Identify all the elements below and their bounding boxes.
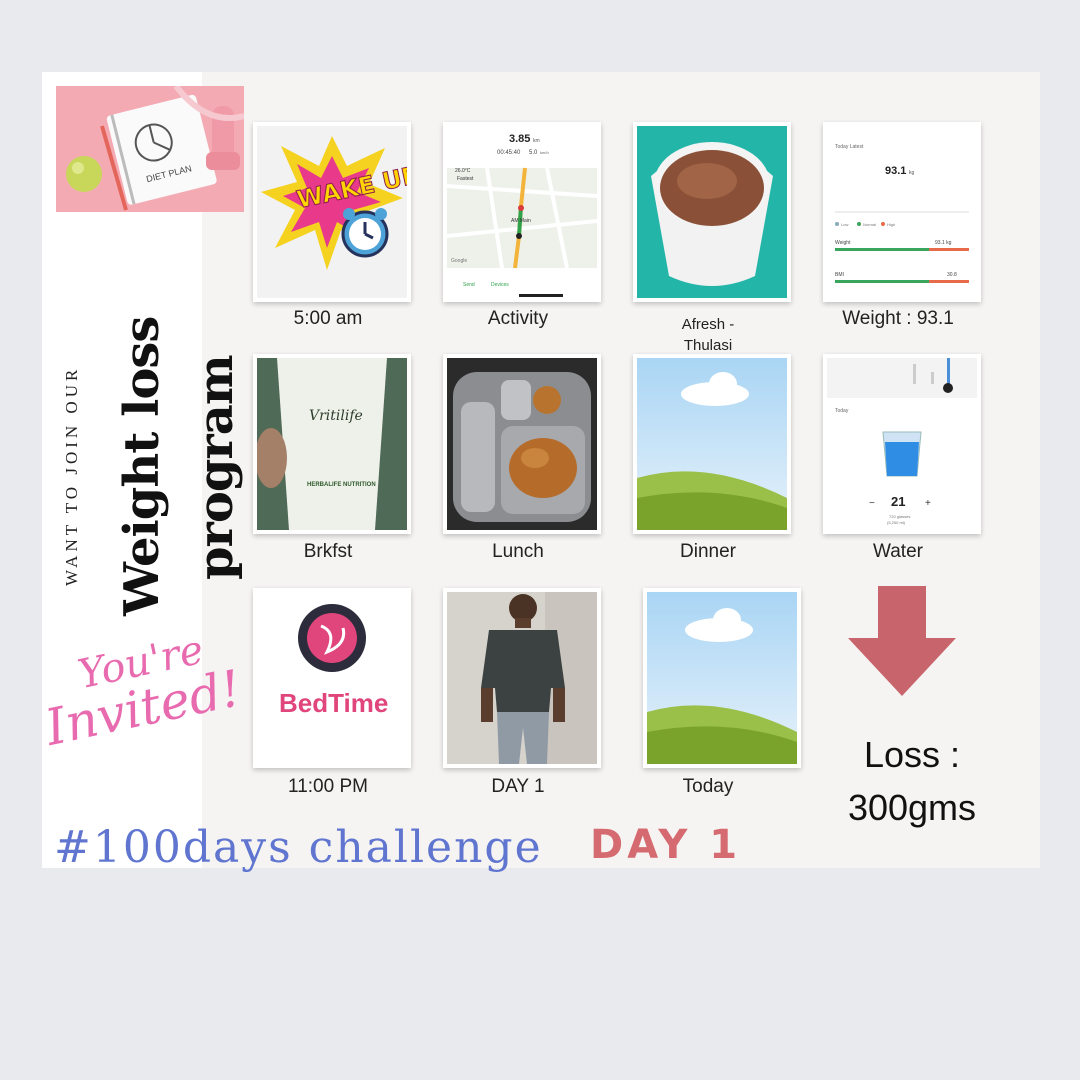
challenge-hashtag: #100days challenge [54, 822, 543, 873]
svg-text:−: − [869, 498, 875, 509]
caption-today: Today [682, 776, 734, 797]
weight-row-value: 93.1 kg [935, 240, 952, 246]
weight-latest: Today Latest [835, 144, 864, 150]
activity-distance-unit: km [533, 138, 540, 144]
vritilife-brand: Vritilife [309, 408, 363, 424]
want-to-join-text: WANT TO JOIN OUR [62, 365, 81, 586]
water-count: 21 [891, 494, 905, 509]
activity-time: 00:45:40 [497, 150, 521, 156]
loss-summary: Loss : 300gms [822, 728, 1002, 834]
herbalife-text: HERBALIFE NUTRITION [307, 482, 376, 488]
loss-label: Loss : [863, 734, 961, 775]
loss-value: 300gms [847, 787, 977, 828]
water-glasses: 720 glasses [889, 514, 910, 519]
bmi-row-label: BMI [835, 272, 844, 278]
day-label: DAY 1 [590, 822, 742, 868]
map-send: Send [463, 282, 475, 288]
diet-plan-image: DIET PLAN [56, 86, 244, 212]
weight-loss-title: Weight loss [114, 316, 170, 616]
day1-person-photo [443, 588, 601, 768]
breakfast-photo: Vritilife HERBALIFE NUTRITION [253, 354, 411, 534]
caption-weight: Weight : 93.1 [842, 308, 954, 329]
caption-wake-time: 5:00 am [293, 308, 363, 329]
caption-lunch: Lunch [492, 541, 544, 562]
water-screenshot: Today − 21 + 720 glasses (5,250 ml) [823, 354, 981, 534]
legend-low: Low [841, 222, 848, 227]
svg-text:+: + [925, 498, 931, 509]
caption-afresh-thulasi: Afresh - Thulasi [613, 314, 803, 356]
weight-value: 93.1 [885, 165, 906, 177]
lunch-photo [443, 354, 601, 534]
activity-distance: 3.85 [509, 133, 530, 145]
tea-photo [633, 122, 791, 302]
wake-up-photo: WAKE UP! [253, 122, 411, 302]
caption-breakfast: Brkfst [303, 541, 353, 562]
caption-dinner: Dinner [680, 541, 736, 562]
bmi-row-value: 30.8 [947, 272, 957, 278]
weight-screenshot: Today Latest 93.1 kg Low Normal High Wei… [823, 122, 981, 302]
challenge-card: DIET PLAN WANT TO JOIN OUR Weight loss p… [40, 72, 1040, 873]
today-placeholder [643, 588, 801, 768]
legend-high: High [887, 222, 895, 227]
map-place-label: AM Main [511, 218, 531, 224]
legend-normal: Normal [863, 222, 876, 227]
weight-unit: kg [909, 170, 915, 176]
activity-speed: 5.0 [529, 150, 538, 156]
caption-activity: Activity [487, 308, 549, 329]
activity-speed-unit: km/h [540, 150, 549, 155]
caption-day1: DAY 1 [491, 776, 545, 797]
map-google: Google [451, 258, 467, 264]
bedtime-image: BedTime [253, 588, 411, 768]
down-arrow-icon [848, 586, 956, 696]
map-devices: Devices [491, 282, 509, 288]
map-temperature: 26.0°C [455, 168, 471, 174]
map-top-label: Fastest [457, 176, 474, 182]
caption-thulasi: Thulasi [683, 337, 733, 354]
caption-water: Water [873, 541, 923, 562]
dinner-placeholder [633, 354, 791, 534]
activity-screenshot: 3.85 km 00:45:40 5.0 km/h Fastest 26.0°C… [443, 122, 601, 302]
caption-afresh: Afresh - [681, 316, 735, 333]
water-today: Today [835, 408, 849, 414]
bedtime-text: BedTime [279, 688, 388, 718]
caption-bedtime: 11:00 PM [288, 776, 368, 797]
weight-row-label: Weight [835, 240, 851, 246]
water-ml: (5,250 ml) [887, 520, 906, 525]
